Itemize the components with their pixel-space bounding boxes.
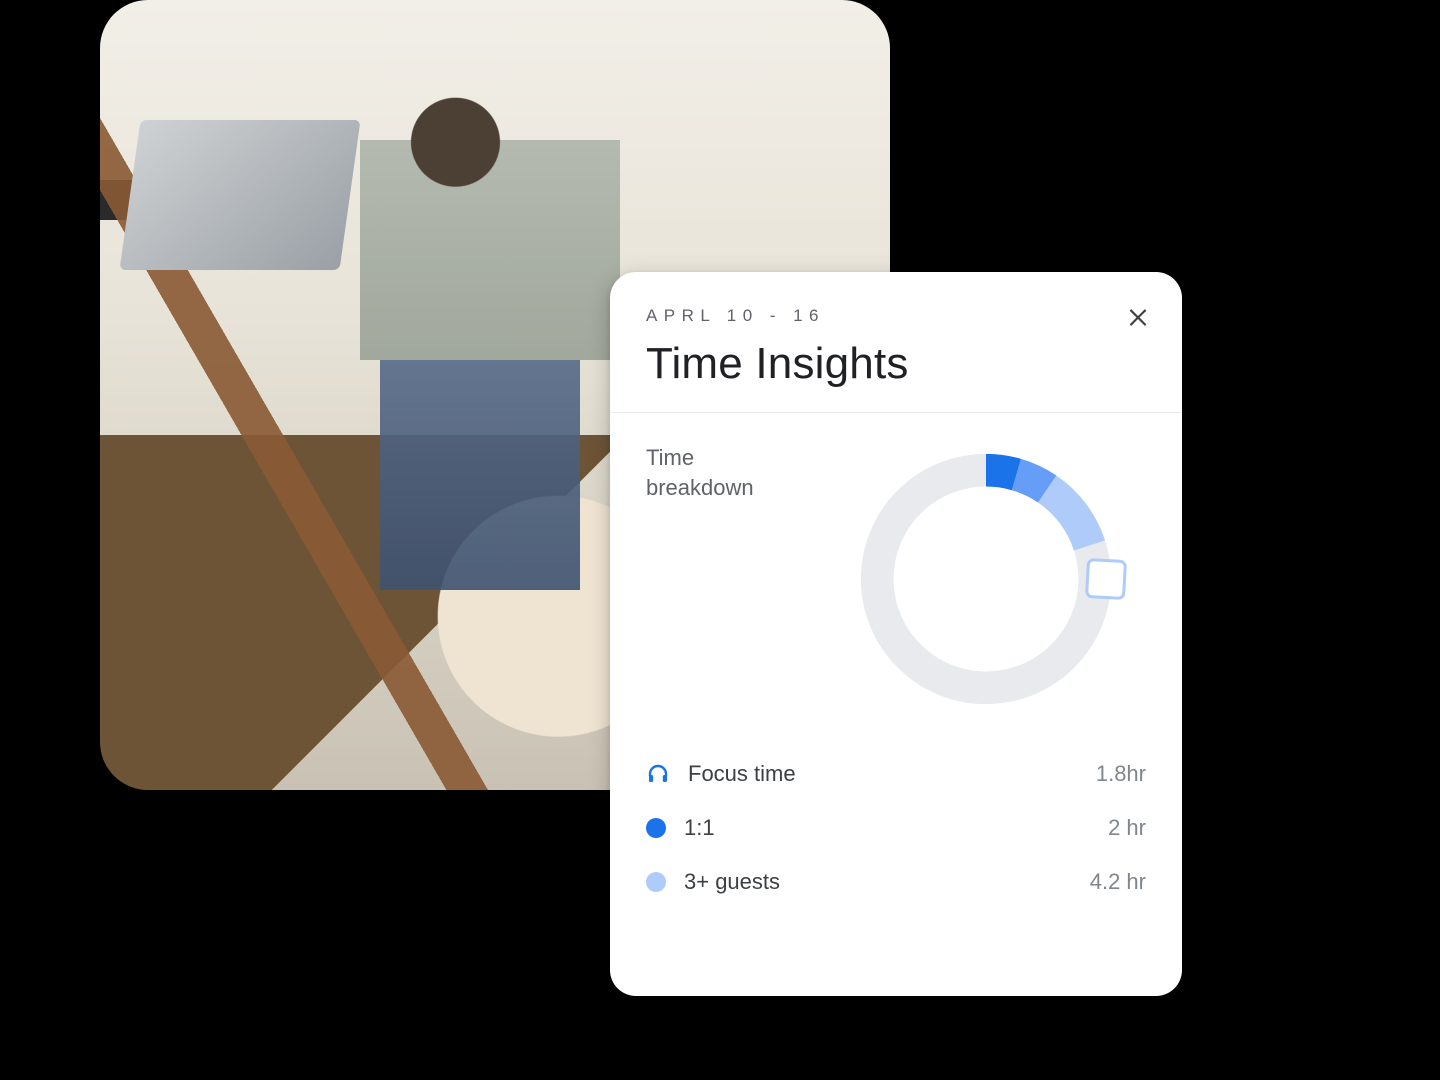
headphones-icon xyxy=(646,762,670,786)
legend: Focus time 1.8hr 1:1 2 hr 3+ guests 4.2 … xyxy=(610,739,1182,909)
legend-label: 1:1 xyxy=(684,815,715,841)
legend-row-guests[interactable]: 3+ guests 4.2 hr xyxy=(646,855,1146,909)
dot-icon xyxy=(646,818,666,838)
legend-value: 4.2 hr xyxy=(1090,869,1146,895)
breakdown-label: Time breakdown xyxy=(646,443,796,502)
legend-label: Focus time xyxy=(688,761,796,787)
legend-row-oneonone[interactable]: 1:1 2 hr xyxy=(646,801,1146,855)
legend-value: 2 hr xyxy=(1108,815,1146,841)
legend-label: 3+ guests xyxy=(684,869,780,895)
time-breakdown-donut xyxy=(850,443,1122,715)
dot-icon xyxy=(646,872,666,892)
close-icon xyxy=(1125,303,1151,329)
legend-value: 1.8hr xyxy=(1096,761,1146,787)
legend-row-focus[interactable]: Focus time 1.8hr xyxy=(646,747,1146,801)
close-button[interactable] xyxy=(1118,296,1158,336)
donut-handle xyxy=(1085,558,1127,600)
date-range: APRL 10 - 16 xyxy=(646,306,1146,326)
time-insights-card: APRL 10 - 16 Time Insights Time breakdow… xyxy=(610,272,1182,996)
card-title: Time Insights xyxy=(646,340,1146,388)
